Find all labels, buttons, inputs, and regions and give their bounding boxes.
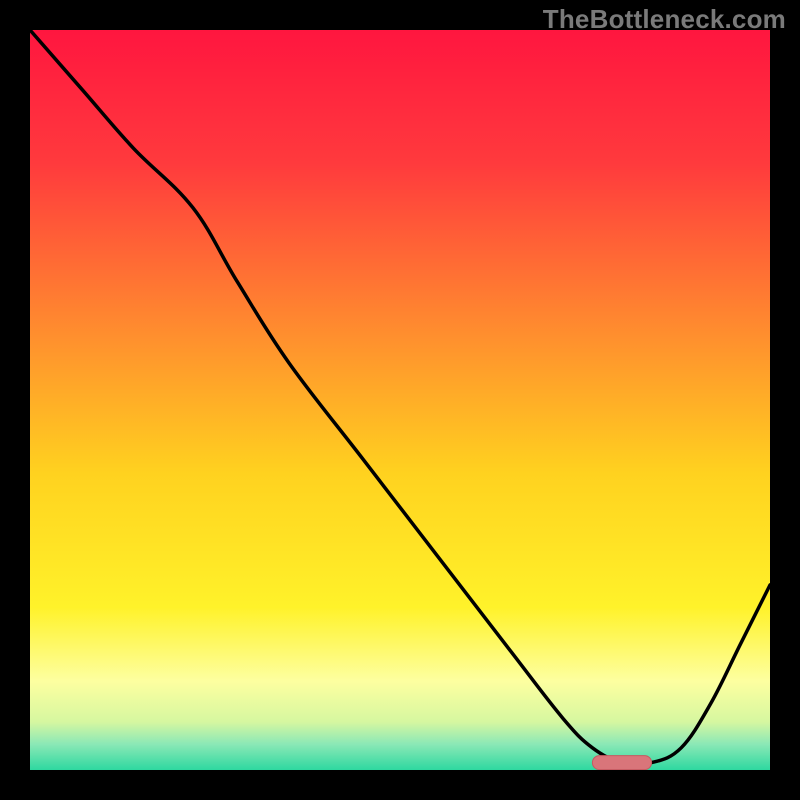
gradient-background bbox=[30, 30, 770, 770]
optimal-marker bbox=[592, 756, 651, 770]
chart-frame: TheBottleneck.com bbox=[0, 0, 800, 800]
plot-area bbox=[30, 30, 770, 770]
bottleneck-chart bbox=[30, 30, 770, 770]
